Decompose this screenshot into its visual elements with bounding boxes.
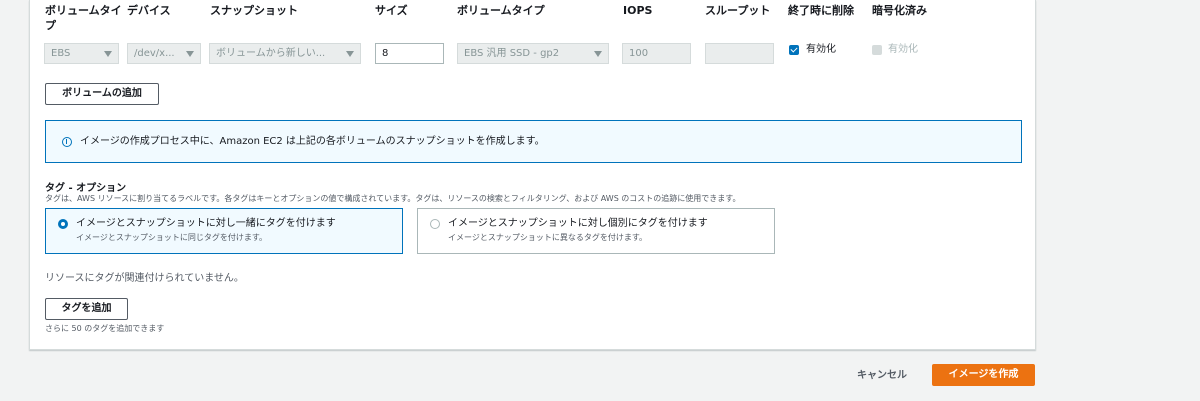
chevron-down-icon (594, 51, 602, 57)
encrypted-checkbox[interactable] (872, 45, 882, 55)
header-encrypted: 暗号化済み (872, 4, 927, 17)
info-alert-text: イメージの作成プロセス中に、Amazon EC2 は上記の各ボリュームのスナップ… (80, 136, 545, 147)
tag-option-together[interactable]: イメージとスナップショットに対し一緒にタグを付けます イメージとスナップショット… (45, 208, 403, 254)
iops-input[interactable]: 100 (622, 43, 691, 64)
info-alert: イメージの作成プロセス中に、Amazon EC2 は上記の各ボリュームのスナップ… (45, 120, 1022, 163)
tags-description: タグは、AWS リソースに割り当てるラベルです。各タグはキーとオプションの値で構… (45, 194, 741, 203)
volume-type-value: EBS (51, 48, 71, 59)
tag-option-separately[interactable]: イメージとスナップショットに対し個別にタグを付けます イメージとスナップショット… (417, 208, 775, 254)
cancel-button[interactable]: キャンセル (857, 369, 907, 383)
tag-option-together-sub: イメージとスナップショットに同じタグを付けます。 (76, 233, 268, 242)
create-image-button[interactable]: イメージを作成 (932, 364, 1035, 386)
radio-together[interactable] (58, 219, 68, 229)
header-snapshot: スナップショット (210, 4, 298, 17)
ebs-volume-type-value: EBS 汎用 SSD - gp2 (464, 48, 560, 59)
tag-option-separately-title: イメージとスナップショットに対し個別にタグを付けます (448, 218, 708, 229)
tag-option-separately-sub: イメージとスナップショットに異なるタグを付けます。 (448, 233, 648, 242)
encrypted-label: 有効化 (888, 44, 918, 55)
header-volume-type: ボリュームタイプ (45, 4, 122, 32)
snapshot-select[interactable]: ボリュームから新しい... (209, 43, 361, 64)
header-size: サイズ (375, 4, 408, 17)
delete-on-termination-checkbox[interactable] (789, 45, 799, 55)
header-throughput: スループット (705, 4, 771, 17)
device-select[interactable]: /dev/x... (127, 43, 201, 64)
no-tags-message: リソースにタグが関連付けられていません。 (45, 273, 244, 284)
add-tag-button[interactable]: タグを追加 (45, 298, 128, 320)
radio-separately[interactable] (430, 219, 440, 229)
chevron-down-icon (346, 51, 354, 57)
tags-title: タグ - オプション (45, 183, 127, 194)
snapshot-value: ボリュームから新しい... (216, 48, 326, 59)
throughput-input[interactable] (705, 43, 774, 64)
chevron-down-icon (104, 51, 112, 57)
chevron-down-icon (186, 51, 194, 57)
header-device: デバイス (127, 4, 171, 17)
add-volume-button[interactable]: ボリュームの追加 (45, 83, 159, 105)
volume-type-select[interactable]: EBS (44, 43, 119, 64)
size-input[interactable]: 8 (375, 43, 444, 64)
delete-on-termination-label: 有効化 (806, 44, 836, 55)
tag-option-together-title: イメージとスナップショットに対し一緒にタグを付けます (76, 218, 336, 229)
ebs-volume-type-select[interactable]: EBS 汎用 SSD - gp2 (457, 43, 609, 64)
remaining-tags-hint: さらに 50 のタグを追加できます (45, 324, 165, 333)
header-iops: IOPS (623, 4, 653, 17)
device-value: /dev/x... (134, 48, 175, 59)
info-icon (62, 137, 72, 147)
create-image-panel: ボリュームタイプ デバイス スナップショット サイズ ボリュームタイプ IOPS… (29, 0, 1036, 350)
header-delete-on-termination: 終了時に削除 (788, 4, 854, 17)
header-ebs-volume-type: ボリュームタイプ (457, 4, 545, 17)
